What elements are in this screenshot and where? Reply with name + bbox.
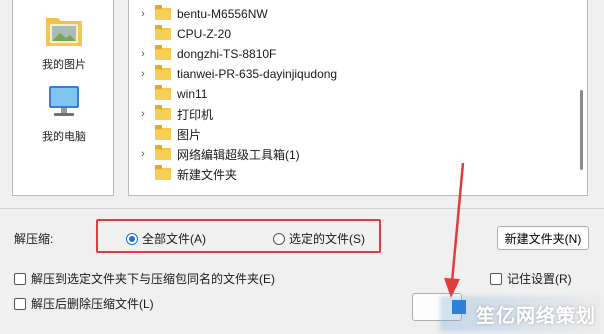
tree-item-label: dongzhi-TS-8810F <box>177 47 277 61</box>
tree-item-label: win11 <box>177 87 208 101</box>
tree-item[interactable]: › 网络编辑超级工具箱(1) <box>129 144 569 164</box>
folder-icon <box>155 5 171 20</box>
checkbox-icon[interactable] <box>14 297 26 310</box>
chevron-right-icon[interactable]: › <box>137 8 149 20</box>
tree-item[interactable]: › 图片 <box>129 124 569 144</box>
chevron-right-icon[interactable]: › <box>137 48 149 60</box>
tree-item-label: CPU-Z-20 <box>177 27 232 41</box>
tree-item-label: bentu-M6556NW <box>177 7 268 21</box>
radio-label: 选定的文件(S) <box>289 232 365 246</box>
folder-icon <box>155 45 171 60</box>
tree-item[interactable]: › 新建文件夹 <box>129 164 569 184</box>
divider <box>0 208 604 209</box>
tree-item-label: 新建文件夹 <box>177 167 238 182</box>
tree-item[interactable]: › tianwei-PR-635-dayinjiqudong <box>129 64 569 84</box>
radio-selected-files[interactable]: 选定的文件(S) <box>273 230 365 247</box>
tree-item[interactable]: › bentu-M6556NW <box>129 4 569 24</box>
watermark: 笙亿网络策划 <box>440 296 602 332</box>
tree-item[interactable]: › win11 <box>129 84 569 104</box>
tree-item-label: 网络编辑超级工具箱(1) <box>177 147 300 162</box>
tree-item-label: 图片 <box>177 127 202 142</box>
tree-item[interactable]: › 打印机 <box>129 104 569 124</box>
folder-icon <box>155 25 171 40</box>
checkbox-label: 记住设置(R) <box>507 272 572 286</box>
checkbox-remember-settings[interactable]: 记住设置(R) <box>490 270 572 287</box>
watermark-text: 笙亿网络策划 <box>476 305 597 327</box>
folder-icon <box>155 105 171 120</box>
folder-icon <box>155 125 171 140</box>
folder-icon <box>155 145 171 160</box>
folder-tree[interactable]: › bentu-M6556NW › CPU-Z-20 › dongzhi-TS-… <box>128 0 588 196</box>
checkbox-label: 解压到选定文件夹下与压缩包同名的文件夹(E) <box>31 272 275 286</box>
vertical-scrollbar[interactable] <box>580 90 583 170</box>
radio-selected-icon[interactable] <box>126 232 138 245</box>
tree-item-label: 打印机 <box>177 107 214 122</box>
places-pane: 我的图片 我的电脑 <box>12 0 114 196</box>
extract-label: 解压缩: <box>14 232 54 246</box>
folder-icon <box>155 85 171 100</box>
chevron-right-icon[interactable]: › <box>137 108 149 120</box>
place-label: 我的电脑 <box>42 131 86 143</box>
new-folder-button[interactable]: 新建文件夹(N) <box>497 226 589 250</box>
chevron-right-icon[interactable]: › <box>137 148 149 160</box>
computer-icon <box>44 82 84 122</box>
tree-item[interactable]: › dongzhi-TS-8810F <box>129 44 569 64</box>
pictures-folder-icon <box>44 10 84 50</box>
checkbox-delete-after-extract[interactable]: 解压后删除压缩文件(L) <box>14 295 154 312</box>
folder-icon <box>155 165 171 180</box>
chevron-right-icon[interactable]: › <box>137 68 149 80</box>
watermark-logo-icon <box>452 300 466 314</box>
place-my-pictures[interactable]: 我的图片 <box>13 10 115 72</box>
radio-unselected-icon[interactable] <box>273 232 285 245</box>
tree-item-label: tianwei-PR-635-dayinjiqudong <box>177 67 338 81</box>
checkbox-label: 解压后删除压缩文件(L) <box>31 297 154 311</box>
radio-all-files[interactable]: 全部文件(A) <box>126 230 206 247</box>
radio-label: 全部文件(A) <box>142 232 206 246</box>
checkbox-icon[interactable] <box>490 272 502 285</box>
place-my-computer[interactable]: 我的电脑 <box>13 82 115 144</box>
checkbox-extract-to-subfolder[interactable]: 解压到选定文件夹下与压缩包同名的文件夹(E) <box>14 270 275 287</box>
folder-icon <box>155 65 171 80</box>
place-label: 我的图片 <box>42 59 86 71</box>
tree-item[interactable]: › CPU-Z-20 <box>129 24 569 44</box>
checkbox-icon[interactable] <box>14 272 26 285</box>
extract-scope-group: 全部文件(A) 选定的文件(S) <box>96 219 381 253</box>
